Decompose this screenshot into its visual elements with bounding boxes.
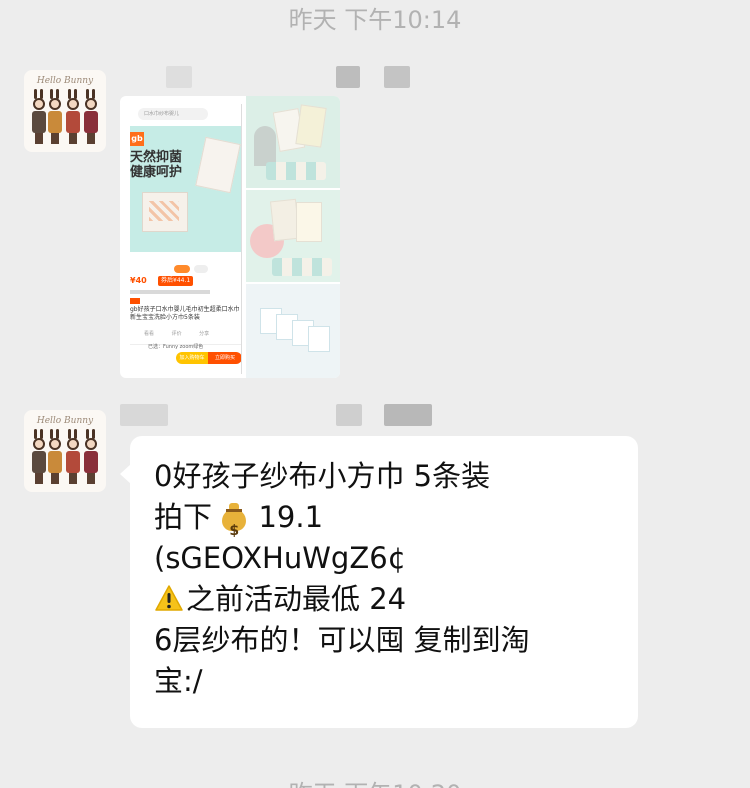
avatar-brand-text: Hello Bunny [36,76,94,86]
warning-icon [154,582,184,611]
message-line: 0好孩子纱布小方巾 5条装 [154,459,491,493]
message-line: 6层纱布的！可以囤 复制到淘 [154,623,530,657]
image-message[interactable]: 口水巾纱布婴儿 gb 天然抑菌 健康呵护 ¥40 券后¥44.1 gb好孩子口水… [120,96,340,378]
sender-name-blurred [384,66,410,88]
price: ¥40 [130,276,147,285]
product-photo [246,190,340,282]
product-photos [246,96,340,378]
bottom-bar: 已选：Funny zoom绿色 加入购物车 立即购买 [130,344,241,374]
message-line: 拍下 $ 19.1 [154,500,324,539]
timestamp-top: 昨天 下午10:14 [288,6,462,34]
message-line: 宝:/ [154,664,203,698]
carousel-dots [174,258,214,273]
message-line-prefix: 拍下 [154,500,213,534]
sender-name-blurred [120,404,168,426]
sender-name-blurred [336,66,360,88]
brand-logo: gb [130,132,144,146]
action-row: 看看 评价 分享 [144,331,210,337]
sender-name-blurred [166,66,192,88]
timestamp-bottom: 昨天 下午10:20 [0,774,750,788]
product-photo [246,284,340,378]
package-image [142,192,188,232]
search-bar: 口水巾纱布婴儿 [138,108,208,120]
message-line: 之前活动最低 24 [154,579,624,620]
product-photo [246,96,340,188]
text-message-bubble[interactable]: 0好孩子纱布小方巾 5条装 拍下 $ 19.1 (sGEOXHuWgZ6¢ 之前… [120,436,638,728]
avatar-brand-text: Hello Bunny [36,416,94,426]
message-text: 0好孩子纱布小方巾 5条装 拍下 $ 19.1 (sGEOXHuWgZ6¢ 之前… [154,456,624,702]
sender-name-blurred [336,404,362,426]
sender-name-blurred [384,404,432,426]
product-title: gb好孩子口水巾婴儿毛巾初生超柔口水巾新生宝宝洗脸小方巾5条装 [130,306,240,321]
avatar[interactable]: Hello Bunny [24,70,106,152]
product-screenshot: 口水巾纱布婴儿 gb 天然抑菌 健康呵护 ¥40 券后¥44.1 gb好孩子口水… [130,104,242,374]
selected-variant: 已选：Funny zoom绿色 [148,344,204,350]
slogan: 天然抑菌 健康呵护 [130,150,183,180]
tmall-badge [130,298,140,304]
add-to-cart-button: 加入购物车 [176,352,208,364]
money-bag-icon: $ [221,501,247,539]
avatar[interactable]: Hello Bunny [24,410,106,492]
buy-now-button: 立即购买 [208,352,241,364]
price-tag: 券后¥44.1 [158,276,194,286]
